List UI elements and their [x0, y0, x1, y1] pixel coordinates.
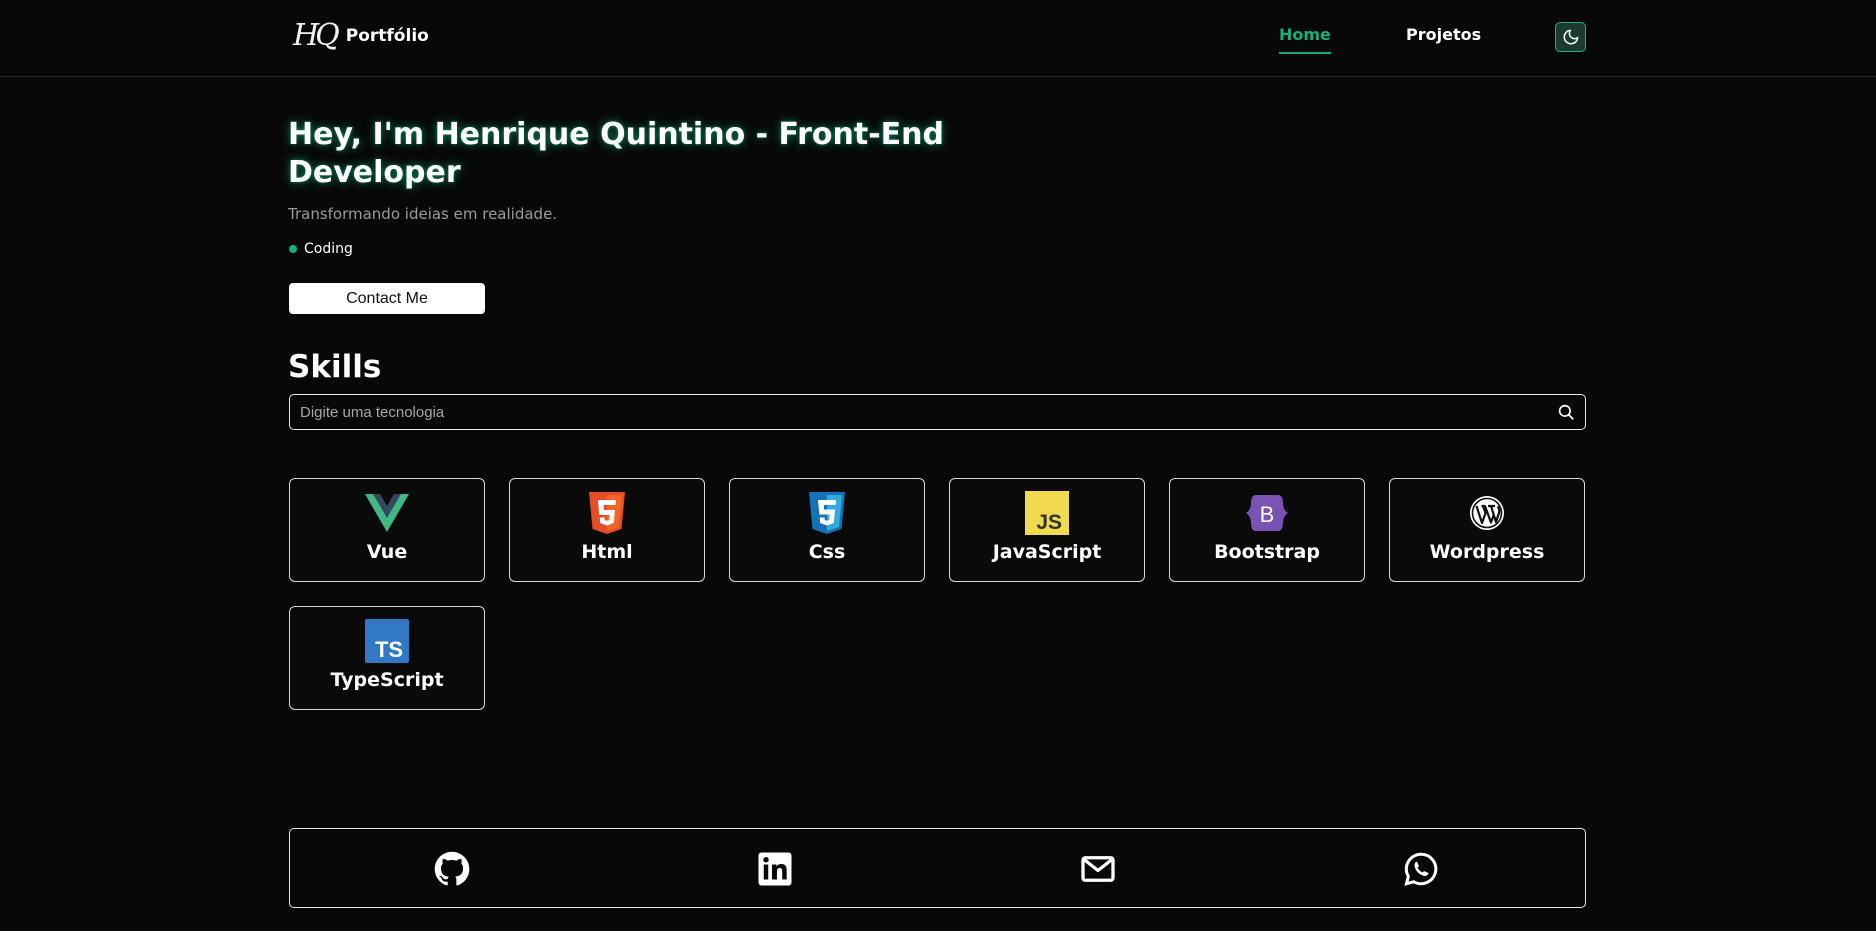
- svg-text:JS: JS: [1036, 511, 1062, 534]
- skill-card-javascript[interactable]: JS JavaScript: [949, 478, 1145, 582]
- mail-icon[interactable]: [1080, 851, 1116, 887]
- html5-icon: [589, 492, 625, 534]
- vue-icon: [365, 494, 409, 532]
- typescript-icon: TS: [365, 619, 409, 663]
- bootstrap-icon: B: [1246, 495, 1288, 531]
- status-indicator: Coding: [288, 241, 353, 257]
- skill-name: Wordpress: [1429, 541, 1545, 563]
- skill-card-bootstrap[interactable]: B Bootstrap: [1169, 478, 1365, 582]
- wordpress-icon: [1470, 496, 1504, 530]
- skills-search: [289, 394, 1586, 430]
- javascript-icon: JS: [1025, 491, 1069, 535]
- theme-toggle-button[interactable]: [1555, 22, 1586, 52]
- linkedin-icon[interactable]: [757, 851, 793, 887]
- hero-title: Hey, I'm Henrique Quintino - Front-End D…: [288, 117, 944, 190]
- skill-card-typescript[interactable]: TS TypeScript: [289, 606, 485, 710]
- svg-text:B: B: [1260, 502, 1275, 527]
- skill-card-vue[interactable]: Vue: [289, 478, 485, 582]
- skills-title: Skills: [288, 349, 382, 385]
- contact-me-button[interactable]: Contact Me: [289, 283, 485, 314]
- github-icon[interactable]: [434, 851, 470, 887]
- skill-name: TypeScript: [330, 669, 444, 691]
- skill-name: Css: [808, 541, 846, 563]
- nav-link-home[interactable]: Home: [1279, 25, 1331, 54]
- status-dot: [289, 245, 297, 253]
- footer-socials: [289, 828, 1586, 908]
- css3-icon: [809, 492, 845, 534]
- navbar: HQ Portfólio Home Projetos: [0, 0, 1876, 77]
- skills-search-input[interactable]: [300, 399, 1540, 425]
- skill-card-html[interactable]: Html: [509, 478, 705, 582]
- skill-name: JavaScript: [992, 541, 1102, 563]
- brand[interactable]: HQ Portfólio: [293, 16, 429, 56]
- brand-title: Portfólio: [345, 26, 429, 46]
- search-icon[interactable]: [1557, 403, 1575, 421]
- hero-subtitle: Transformando ideias em realidade.: [288, 205, 558, 223]
- svg-text:TS: TS: [375, 637, 403, 662]
- status-label: Coding: [304, 241, 353, 257]
- moon-icon: [1563, 29, 1578, 45]
- skill-name: Html: [581, 541, 633, 563]
- brand-logo: HQ: [293, 18, 340, 53]
- skill-card-css[interactable]: Css: [729, 478, 925, 582]
- skill-card-wordpress[interactable]: Wordpress: [1389, 478, 1585, 582]
- skill-name: Vue: [366, 541, 408, 563]
- nav-link-projetos[interactable]: Projetos: [1406, 25, 1481, 44]
- whatsapp-icon[interactable]: [1403, 851, 1439, 887]
- skill-name: Bootstrap: [1214, 541, 1320, 563]
